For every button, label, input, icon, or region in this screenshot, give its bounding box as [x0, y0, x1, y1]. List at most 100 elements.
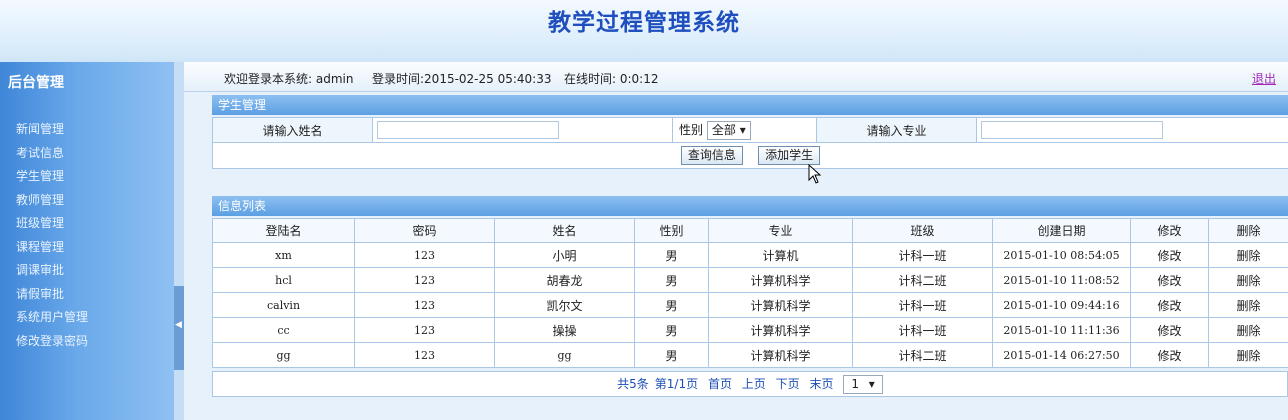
cell-password: 123 — [354, 242, 495, 268]
sidebar: 后台管理 新闻管理 考试信息 学生管理 教师管理 班级管理 课程管理 调课审批 … — [0, 62, 174, 420]
cell-major: 计算机 — [708, 242, 853, 268]
add-student-button[interactable]: 添加学生 — [758, 146, 821, 165]
page-select[interactable]: 1 ▾ — [843, 375, 883, 394]
column-header: 专业 — [708, 218, 853, 243]
cell-major: 计算机科学 — [708, 342, 853, 368]
cell-name: gg — [494, 342, 635, 368]
table-row: calvin 123 凯尔文 男 计算机科学 计科一班 2015-01-10 0… — [212, 292, 1288, 318]
chevron-left-icon: ◀ — [175, 320, 182, 330]
sidebar-item-teachers[interactable]: 教师管理 — [16, 189, 88, 213]
edit-link[interactable]: 修改 — [1130, 242, 1209, 268]
cell-login-name: calvin — [212, 292, 355, 318]
last-page-link[interactable]: 末页 — [809, 377, 833, 391]
mouse-pointer-icon — [808, 164, 822, 184]
search-form: 请输入姓名 性别 全部 ▾ 请输入专业 查询信息 添加学生 — [212, 117, 1288, 169]
delete-link[interactable]: 删除 — [1208, 267, 1288, 293]
sidebar-item-change-password[interactable]: 修改登录密码 — [16, 330, 88, 354]
edit-link[interactable]: 修改 — [1130, 292, 1209, 318]
welcome-text: 欢迎登录本系统: admin — [224, 72, 354, 86]
cell-created: 2015-01-10 09:44:16 — [992, 292, 1131, 318]
column-header: 姓名 — [494, 218, 635, 243]
cell-name: 凯尔文 — [494, 292, 635, 318]
sidebar-item-exam[interactable]: 考试信息 — [16, 142, 88, 166]
cell-created: 2015-01-10 08:54:05 — [992, 242, 1131, 268]
cell-created: 2015-01-10 11:08:52 — [992, 267, 1131, 293]
cell-class: 计科二班 — [852, 342, 993, 368]
query-button[interactable]: 查询信息 — [680, 146, 743, 165]
cell-password: 123 — [354, 267, 495, 293]
sidebar-item-system-users[interactable]: 系统用户管理 — [16, 306, 88, 330]
logout-link[interactable]: 退出 — [1252, 70, 1276, 87]
column-header: 删除 — [1208, 218, 1288, 243]
sidebar-collapse-button[interactable]: ◀ — [174, 286, 184, 370]
sidebar-item-news[interactable]: 新闻管理 — [16, 118, 88, 142]
student-management-header: 学生管理 — [212, 95, 1288, 115]
login-time: 登录时间:2015-02-25 05:40:33 — [372, 72, 552, 86]
cell-password: 123 — [354, 317, 495, 343]
delete-link[interactable]: 删除 — [1208, 342, 1288, 368]
page-info: 第1/1页 — [654, 377, 699, 391]
gender-selected-value: 全部 — [711, 122, 736, 137]
cell-gender: 男 — [634, 267, 709, 293]
first-page-link[interactable]: 首页 — [708, 377, 732, 391]
delete-link[interactable]: 删除 — [1208, 292, 1288, 318]
cell-class: 计科二班 — [852, 267, 993, 293]
cell-created: 2015-01-14 06:27:50 — [992, 342, 1131, 368]
cell-login-name: hcl — [212, 267, 355, 293]
sidebar-title: 后台管理 — [8, 75, 64, 91]
cell-login-name: gg — [212, 342, 355, 368]
chevron-down-icon: ▾ — [868, 377, 875, 391]
sidebar-item-classes[interactable]: 班级管理 — [16, 212, 88, 236]
column-header: 班级 — [852, 218, 993, 243]
table-header-row: 登陆名 密码 姓名 性别 专业 班级 创建日期 修改 删除 — [212, 218, 1288, 243]
table-row: cc 123 操操 男 计算机科学 计科一班 2015-01-10 11:11:… — [212, 317, 1288, 343]
cell-gender: 男 — [634, 242, 709, 268]
edit-link[interactable]: 修改 — [1130, 267, 1209, 293]
sidebar-item-courses[interactable]: 课程管理 — [16, 236, 88, 260]
name-input[interactable] — [377, 121, 559, 139]
cell-major: 计算机科学 — [708, 267, 853, 293]
header: 教学过程管理系统 — [0, 0, 1288, 62]
table-row: xm 123 小明 男 计算机 计科一班 2015-01-10 08:54:05… — [212, 242, 1288, 268]
name-label: 请输入姓名 — [212, 117, 373, 143]
cell-name: 小明 — [494, 242, 635, 268]
cell-major: 计算机科学 — [708, 317, 853, 343]
delete-link[interactable]: 删除 — [1208, 317, 1288, 343]
main-content: 欢迎登录本系统: admin 登录时间:2015-02-25 05:40:33 … — [184, 62, 1288, 420]
column-header: 性别 — [634, 218, 709, 243]
column-header: 创建日期 — [992, 218, 1131, 243]
major-label: 请输入专业 — [816, 117, 977, 143]
status-bar: 欢迎登录本系统: admin 登录时间:2015-02-25 05:40:33 … — [184, 62, 1288, 92]
sidebar-item-students[interactable]: 学生管理 — [16, 165, 88, 189]
cell-created: 2015-01-10 11:11:36 — [992, 317, 1131, 343]
cell-name: 操操 — [494, 317, 635, 343]
gender-select[interactable]: 全部 ▾ — [706, 120, 751, 140]
next-page-link[interactable]: 下页 — [776, 377, 800, 391]
sidebar-item-course-change[interactable]: 调课审批 — [16, 259, 88, 283]
gender-label: 性别 — [679, 122, 704, 137]
cell-login-name: xm — [212, 242, 355, 268]
cell-class: 计科一班 — [852, 292, 993, 318]
cell-login-name: cc — [212, 317, 355, 343]
page-selected-value: 1 — [851, 377, 859, 391]
sidebar-menu: 新闻管理 考试信息 学生管理 教师管理 班级管理 课程管理 调课审批 请假审批 … — [16, 118, 88, 353]
column-header: 密码 — [354, 218, 495, 243]
table-row: hcl 123 胡春龙 男 计算机科学 计科二班 2015-01-10 11:0… — [212, 267, 1288, 293]
cell-password: 123 — [354, 292, 495, 318]
table-row: gg 123 gg 男 计算机科学 计科二班 2015-01-14 06:27:… — [212, 342, 1288, 368]
column-header: 登陆名 — [212, 218, 355, 243]
cell-name: 胡春龙 — [494, 267, 635, 293]
edit-link[interactable]: 修改 — [1130, 317, 1209, 343]
major-input[interactable] — [981, 121, 1163, 139]
delete-link[interactable]: 删除 — [1208, 242, 1288, 268]
total-count: 共5条 — [617, 377, 649, 391]
sidebar-item-leave[interactable]: 请假审批 — [16, 283, 88, 307]
cell-gender: 男 — [634, 342, 709, 368]
cell-gender: 男 — [634, 317, 709, 343]
info-list-header: 信息列表 — [212, 196, 1288, 216]
cell-gender: 男 — [634, 292, 709, 318]
column-header: 修改 — [1130, 218, 1209, 243]
online-time: 在线时间: 0:0:12 — [564, 72, 659, 86]
edit-link[interactable]: 修改 — [1130, 342, 1209, 368]
prev-page-link[interactable]: 上页 — [742, 377, 766, 391]
